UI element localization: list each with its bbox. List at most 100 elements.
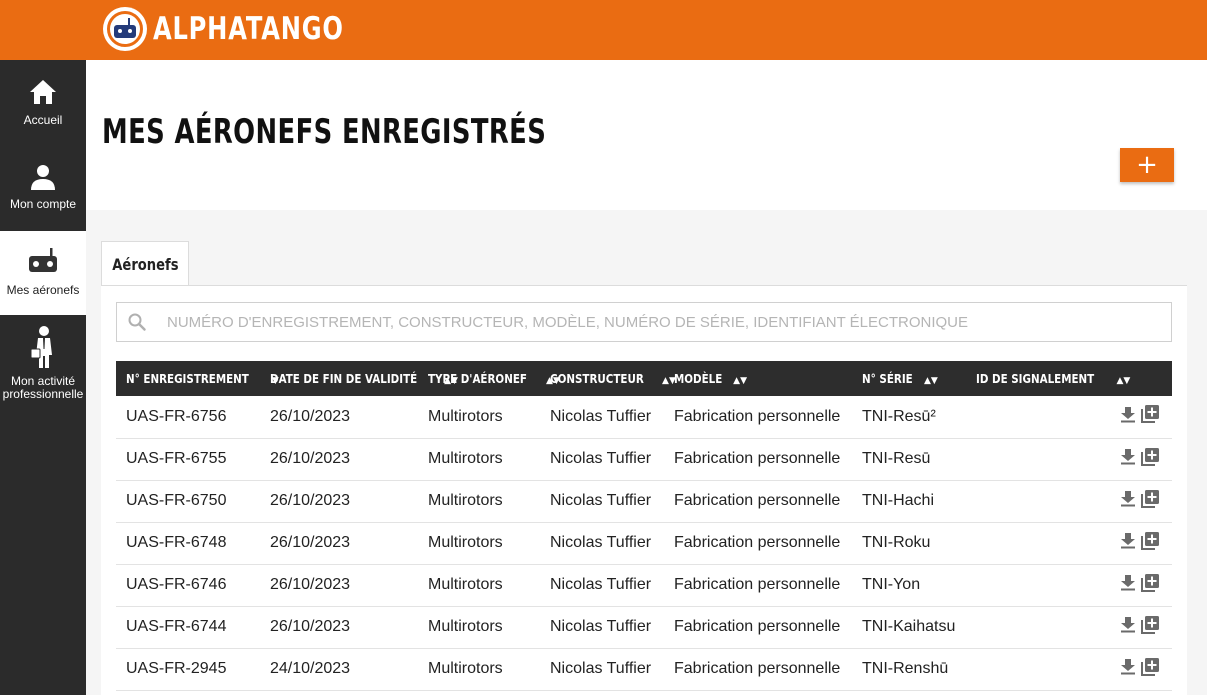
- cell-model: Fabrication personnelle: [664, 396, 852, 439]
- table-row[interactable]: UAS-FR-6744 26/10/2023 Multirotors Nicolas …: [116, 606, 1172, 649]
- cell-serial: TNI-Resū: [852, 438, 966, 481]
- table-row[interactable]: UAS-FR-6750 26/10/2023 Multirotors Nicolas …: [116, 480, 1172, 523]
- add-aircraft-button[interactable]: +: [1120, 148, 1174, 182]
- cell-signal-id: [966, 438, 1096, 481]
- cell-manufacturer: Nicolas Tuffier: [540, 396, 664, 439]
- cell-registration: UAS-FR-6756: [116, 396, 260, 439]
- column-header-model[interactable]: MODÈLE ▲▼: [664, 361, 852, 396]
- download-icon[interactable]: [1120, 616, 1136, 638]
- cell-registration: UAS-FR-6755: [116, 438, 260, 481]
- duplicate-icon[interactable]: [1140, 404, 1160, 429]
- sidebar-item-professional[interactable]: Mon activité professionnelle: [0, 325, 86, 405]
- cell-serial: TNI-Hachi: [852, 480, 966, 523]
- cell-aircraft-type: Multirotors: [418, 606, 540, 649]
- cell-aircraft-type: Multirotors: [418, 648, 540, 691]
- drone-controller-icon: [29, 248, 57, 272]
- cell-serial: TNI-Kaihatsu: [852, 606, 966, 649]
- cell-aircraft-type: Multirotors: [418, 564, 540, 607]
- cell-manufacturer: Nicolas Tuffier: [540, 564, 664, 607]
- cell-manufacturer: Nicolas Tuffier: [540, 438, 664, 481]
- cell-registration: UAS-FR-6744: [116, 606, 260, 649]
- tab-label: Aéronefs: [111, 254, 179, 274]
- cell-registration: UAS-FR-6746: [116, 564, 260, 607]
- sidebar-item-account[interactable]: Mon compte: [0, 164, 86, 220]
- duplicate-icon[interactable]: [1140, 489, 1160, 514]
- search-box: [116, 302, 1172, 342]
- table-row[interactable]: UAS-FR-6748 26/10/2023 Multirotors Nicolas …: [116, 522, 1172, 565]
- top-bar: ALPHATANGO: [0, 0, 1207, 60]
- title-area: MES AÉRONEFS ENREGISTRÉS +: [86, 60, 1207, 210]
- row-actions: [1096, 396, 1172, 439]
- cell-serial: TNI-Roku: [852, 522, 966, 565]
- aircraft-panel: N° ENREGISTREMENT▼ DATE DE FIN DE VALIDI…: [101, 285, 1187, 695]
- tab-aircraft[interactable]: Aéronefs: [101, 241, 189, 286]
- duplicate-icon[interactable]: [1140, 531, 1160, 556]
- brand-logo[interactable]: ALPHATANGO: [103, 6, 397, 52]
- column-header-expiry-date[interactable]: DATE DE FIN DE VALIDITÉ ▲▼: [260, 361, 458, 396]
- cell-serial: TNI-Resū²: [852, 396, 966, 439]
- main-content: MES AÉRONEFS ENREGISTRÉS + Aéronefs N° E…: [86, 60, 1207, 695]
- sidebar-item-home[interactable]: Accueil: [0, 78, 86, 138]
- cell-expiry-date: 26/10/2023: [260, 396, 418, 439]
- cell-expiry-date: 26/10/2023: [260, 522, 418, 565]
- cell-model: Fabrication personnelle: [664, 438, 852, 481]
- cell-registration: UAS-FR-6750: [116, 480, 260, 523]
- duplicate-icon[interactable]: [1140, 573, 1160, 598]
- row-actions: [1096, 564, 1172, 607]
- column-header-manufacturer[interactable]: CONSTRUCTEUR ▲▼: [540, 361, 676, 396]
- download-icon[interactable]: [1120, 406, 1136, 428]
- cell-aircraft-type: Multirotors: [418, 396, 540, 439]
- cell-model: Fabrication personnelle: [664, 606, 852, 649]
- sidebar-item-label: Mon compte: [9, 197, 77, 211]
- cell-expiry-date: 26/10/2023: [260, 480, 418, 523]
- cell-expiry-date: 24/10/2023: [260, 648, 418, 691]
- cell-aircraft-type: Multirotors: [418, 438, 540, 481]
- cell-signal-id: [966, 606, 1096, 649]
- cell-signal-id: [966, 396, 1096, 439]
- sort-icon: ▲▼: [923, 375, 938, 386]
- cell-registration: UAS-FR-2945: [116, 648, 260, 691]
- download-icon[interactable]: [1120, 532, 1136, 554]
- column-header-registration[interactable]: N° ENREGISTREMENT ▼: [116, 361, 279, 396]
- duplicate-icon[interactable]: [1140, 657, 1160, 682]
- row-actions: [1096, 438, 1172, 481]
- cell-aircraft-type: Multirotors: [418, 480, 540, 523]
- column-header-signal-id[interactable]: ID DE SIGNALEMENT ▲▼: [966, 361, 1130, 396]
- column-header-serial[interactable]: N° SÉRIE ▲▼: [852, 361, 966, 396]
- sidebar-item-label: Accueil: [23, 113, 63, 127]
- table-row[interactable]: UAS-FR-6746 26/10/2023 Multirotors Nicolas …: [116, 564, 1172, 607]
- sidebar-item-aircraft[interactable]: Mes aéronefs: [0, 231, 86, 315]
- download-icon[interactable]: [1120, 490, 1136, 512]
- cell-signal-id: [966, 522, 1096, 565]
- cell-registration: UAS-FR-6748: [116, 522, 260, 565]
- search-input[interactable]: [157, 304, 1171, 340]
- table-row[interactable]: UAS-FR-6756 26/10/2023 Multirotors Nicolas …: [116, 396, 1172, 439]
- download-icon[interactable]: [1120, 448, 1136, 470]
- cell-expiry-date: 26/10/2023: [260, 606, 418, 649]
- page-title: MES AÉRONEFS ENREGISTRÉS: [102, 112, 547, 152]
- table-header-row: N° ENREGISTREMENT ▼ DATE DE FIN DE VALIDI…: [116, 361, 1172, 396]
- download-icon[interactable]: [1120, 574, 1136, 596]
- row-actions: [1096, 522, 1172, 565]
- brand-name: ALPHATANGO: [153, 11, 344, 47]
- cell-serial: TNI-Renshū: [852, 648, 966, 691]
- download-icon[interactable]: [1120, 658, 1136, 680]
- cell-manufacturer: Nicolas Tuffier: [540, 648, 664, 691]
- cell-expiry-date: 26/10/2023: [260, 438, 418, 481]
- cell-aircraft-type: Multirotors: [418, 522, 540, 565]
- aircraft-table: N° ENREGISTREMENT ▼ DATE DE FIN DE VALIDI…: [116, 361, 1172, 691]
- row-actions: [1096, 480, 1172, 523]
- duplicate-icon[interactable]: [1140, 615, 1160, 640]
- cell-model: Fabrication personnelle: [664, 480, 852, 523]
- duplicate-icon[interactable]: [1140, 447, 1160, 472]
- cell-manufacturer: Nicolas Tuffier: [540, 522, 664, 565]
- user-icon: [31, 165, 55, 190]
- table-row[interactable]: UAS-FR-6755 26/10/2023 Multirotors Nicolas …: [116, 438, 1172, 481]
- sidebar-item-label: Mes aéronefs: [6, 283, 80, 297]
- cell-signal-id: [966, 564, 1096, 607]
- table-row[interactable]: UAS-FR-2945 24/10/2023 Multirotors Nicolas …: [116, 648, 1172, 691]
- cell-model: Fabrication personnelle: [664, 564, 852, 607]
- column-header-aircraft-type[interactable]: TYPE D'AÉRONEF ▲▼: [418, 361, 560, 396]
- cell-model: Fabrication personnelle: [664, 522, 852, 565]
- search-icon: [117, 313, 157, 331]
